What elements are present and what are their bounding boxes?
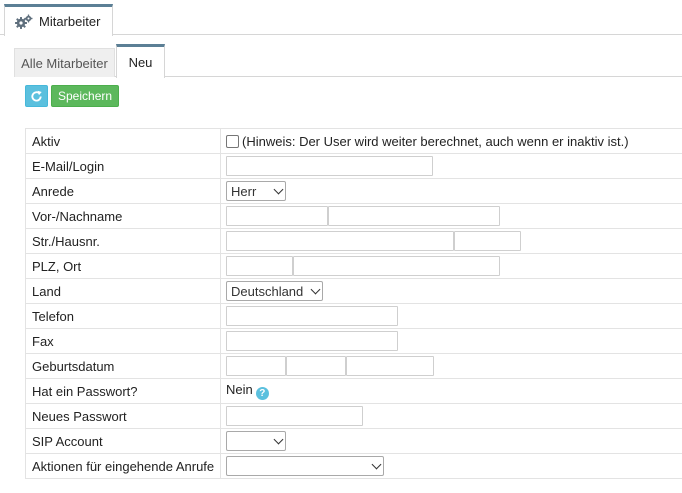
label-aktiv: Aktiv — [25, 128, 221, 154]
aktionen-select[interactable] — [226, 456, 384, 476]
label-sip: SIP Account — [25, 428, 221, 454]
help-icon[interactable]: ? — [255, 387, 269, 400]
refresh-icon — [31, 90, 42, 102]
refresh-button[interactable] — [25, 85, 48, 107]
plz-input[interactable] — [226, 256, 293, 276]
top-tab-bar: Mitarbeiter — [0, 0, 682, 36]
birth-month-input[interactable] — [286, 356, 346, 376]
fax-input[interactable] — [226, 331, 398, 351]
anrede-select[interactable]: Herr — [226, 181, 286, 201]
row-street: Str./Hausnr. — [25, 228, 682, 254]
tab-neu[interactable]: Neu — [116, 44, 165, 78]
land-select[interactable]: Deutschland — [226, 281, 323, 301]
passwort-value: Nein — [226, 382, 253, 397]
tab-alle-mitarbeiter[interactable]: Alle Mitarbeiter — [14, 48, 115, 77]
row-geburtsdatum: Geburtsdatum — [25, 353, 682, 379]
chevron-down-icon — [310, 284, 321, 294]
row-email: E-Mail/Login — [25, 153, 682, 179]
toolbar: Speichern — [25, 85, 120, 107]
sub-tab-bar: Alle Mitarbeiter Neu — [14, 44, 682, 78]
house-number-input[interactable] — [454, 231, 521, 251]
label-aktionen: Aktionen für eingehende Anrufe — [25, 453, 221, 479]
label-plz: PLZ, Ort — [25, 253, 221, 279]
label-email: E-Mail/Login — [25, 153, 221, 179]
chevron-down-icon — [371, 459, 382, 469]
birth-day-input[interactable] — [226, 356, 286, 376]
sip-select[interactable] — [226, 431, 286, 451]
chevron-down-icon — [273, 434, 284, 444]
gears-icon — [15, 14, 33, 29]
street-input[interactable] — [226, 231, 454, 251]
last-name-input[interactable] — [328, 206, 500, 226]
label-passwort: Hat ein Passwort? — [25, 378, 221, 404]
row-passwort: Hat ein Passwort? Nein? — [25, 378, 682, 404]
chevron-down-icon — [273, 184, 284, 194]
label-anrede: Anrede — [25, 178, 221, 204]
new-password-input[interactable] — [226, 406, 363, 426]
save-button[interactable]: Speichern — [51, 85, 120, 107]
email-input[interactable] — [226, 156, 433, 176]
row-sip: SIP Account — [25, 428, 682, 454]
row-telefon: Telefon — [25, 303, 682, 329]
label-street: Str./Hausnr. — [25, 228, 221, 254]
tab-mitarbeiter-label: Mitarbeiter — [39, 14, 101, 29]
aktiv-checkbox[interactable] — [226, 134, 239, 148]
row-name: Vor-/Nachname — [25, 203, 682, 229]
label-land: Land — [25, 278, 221, 304]
row-aktionen: Aktionen für eingehende Anrufe — [25, 453, 682, 479]
tab-mitarbeiter[interactable]: Mitarbeiter — [4, 4, 113, 36]
first-name-input[interactable] — [226, 206, 328, 226]
row-plz: PLZ, Ort — [25, 253, 682, 279]
label-telefon: Telefon — [25, 303, 221, 329]
label-fax: Fax — [25, 328, 221, 354]
row-aktiv: Aktiv (Hinweis: Der User wird weiter ber… — [25, 128, 682, 154]
birth-year-input[interactable] — [346, 356, 434, 376]
employee-form: Aktiv (Hinweis: Der User wird weiter ber… — [25, 128, 682, 479]
row-neues-passwort: Neues Passwort — [25, 403, 682, 429]
label-name: Vor-/Nachname — [25, 203, 221, 229]
row-land: Land Deutschland — [25, 278, 682, 304]
row-anrede: Anrede Herr — [25, 178, 682, 204]
telefon-input[interactable] — [226, 306, 398, 326]
label-neues-passwort: Neues Passwort — [25, 403, 221, 429]
row-fax: Fax — [25, 328, 682, 354]
label-geburtsdatum: Geburtsdatum — [25, 353, 221, 379]
anrede-selected-value: Herr — [231, 183, 257, 199]
ort-input[interactable] — [293, 256, 500, 276]
aktiv-hint: (Hinweis: Der User wird weiter berechnet… — [242, 133, 629, 149]
land-selected-value: Deutschland — [231, 283, 304, 299]
